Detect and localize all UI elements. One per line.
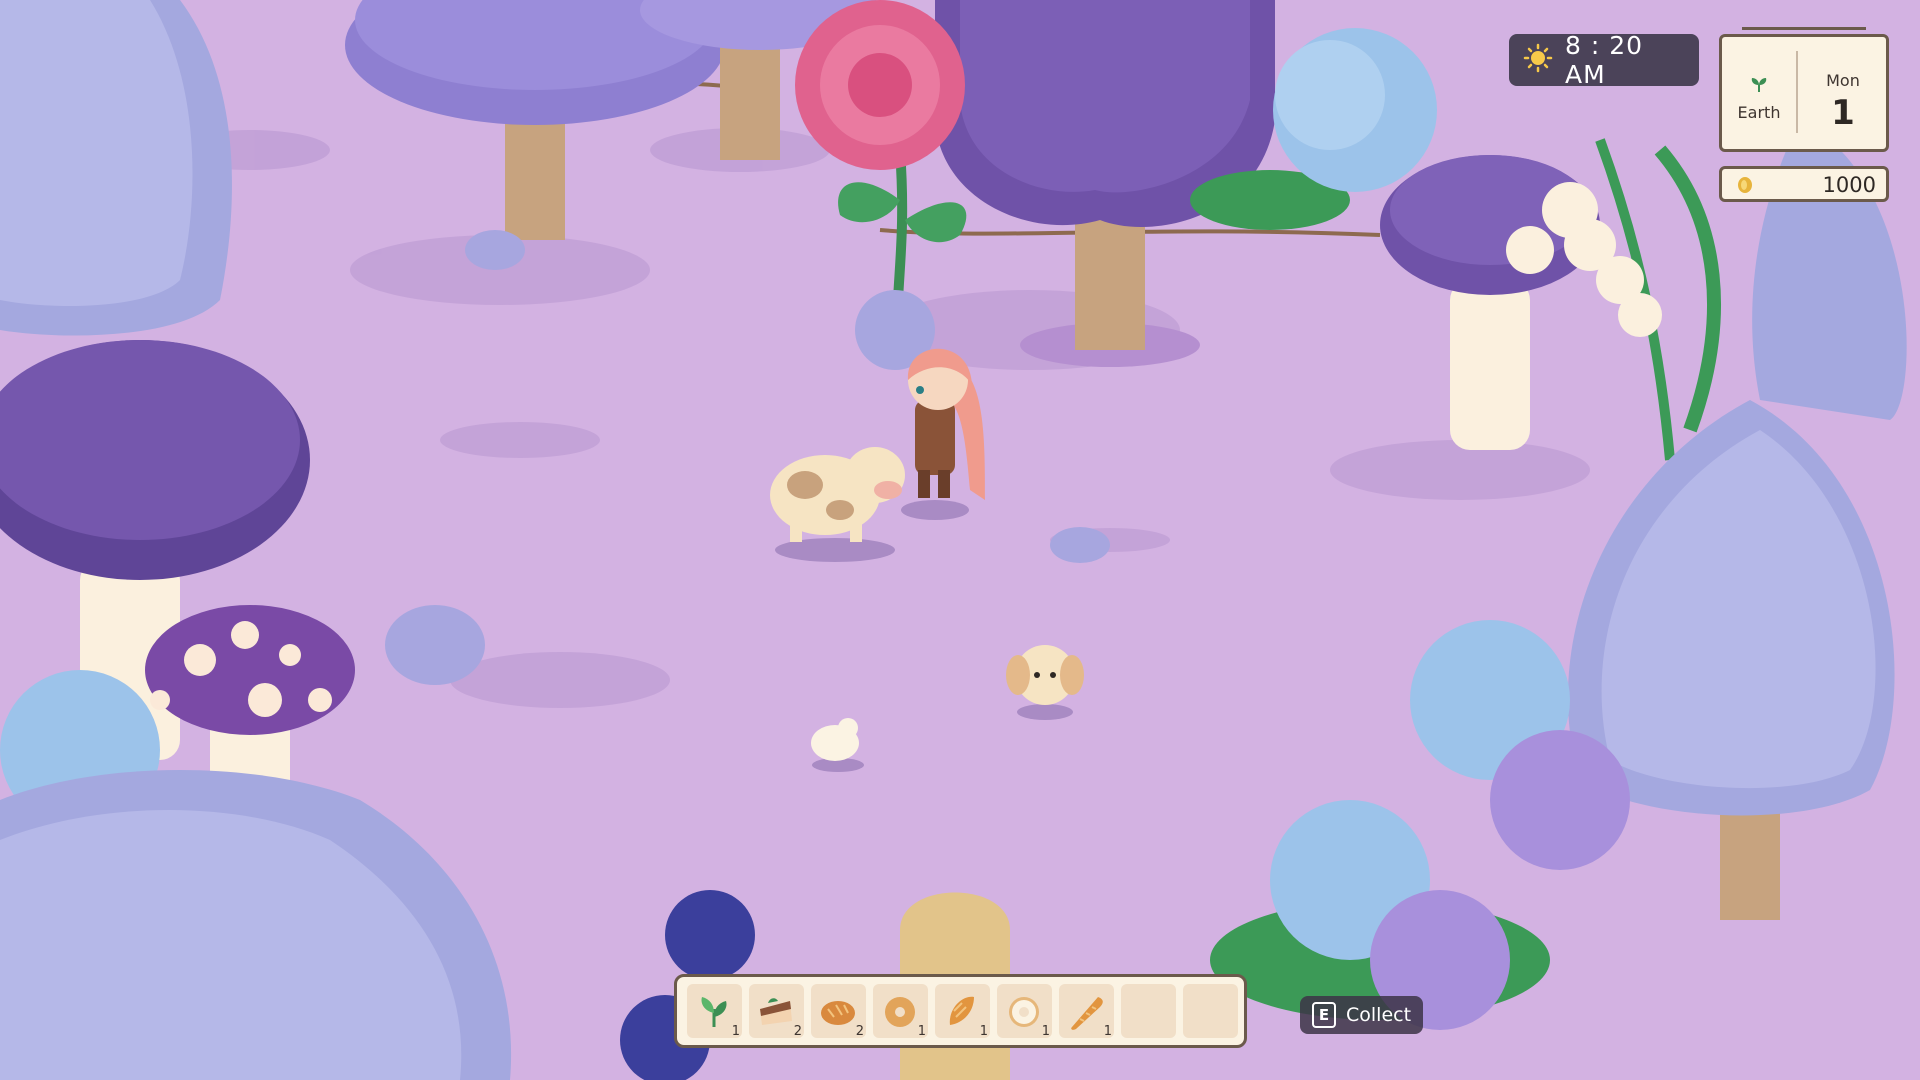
hotbar-slot-4[interactable]: 1 — [873, 984, 928, 1039]
weekday-label: Mon — [1826, 71, 1860, 90]
item-count: 1 — [1103, 1024, 1112, 1039]
item-count: 1 — [731, 1024, 740, 1039]
item-count: 1 — [979, 1024, 988, 1039]
item-count: 2 — [855, 1024, 864, 1039]
herb-icon — [701, 997, 727, 1027]
collect-label: Collect — [1346, 1004, 1412, 1026]
calendar-rings — [1742, 27, 1866, 44]
hotbar-slot-3[interactable]: 2 — [811, 984, 866, 1039]
cake-icon — [760, 998, 792, 1025]
clock-time: 8 : 20 AM — [1565, 31, 1644, 89]
hotbar-slot-6[interactable]: 1 — [997, 984, 1052, 1039]
time-display: 8 : 20 AM — [1509, 31, 1699, 89]
coin-icon — [1736, 175, 1754, 199]
sprout-icon — [1750, 77, 1768, 97]
croissant-icon — [949, 996, 974, 1025]
money-amount: 1000 — [1822, 173, 1876, 197]
calendar: Earth Mon 1 — [1719, 27, 1889, 152]
hotbar-slot-2[interactable]: 2 — [749, 984, 804, 1039]
hotbar-slot-7[interactable]: 1 — [1059, 984, 1114, 1039]
donut-icon — [1009, 997, 1039, 1027]
key-hint: E — [1312, 1002, 1336, 1028]
season-label: Earth — [1737, 103, 1781, 122]
day-number: 1 — [1831, 93, 1855, 133]
baguette-icon — [1071, 997, 1103, 1030]
bagel-icon — [885, 997, 915, 1027]
tree — [0, 0, 232, 336]
hotbar-slot-9[interactable] — [1183, 984, 1238, 1038]
collect-prompt[interactable]: E Collect — [1300, 996, 1424, 1034]
hotbar-slot-8[interactable] — [1121, 984, 1176, 1038]
calendar-divider — [1796, 51, 1798, 133]
inventory-hotbar: 1 2 2 1 1 1 1 — [674, 974, 1247, 1048]
bread-roll-icon — [821, 1001, 855, 1025]
hotbar-slot-1[interactable]: 1 — [687, 984, 742, 1039]
hotbar-slot-5[interactable]: 1 — [935, 984, 990, 1039]
money-display: 1000 — [1719, 166, 1889, 202]
item-count: 1 — [917, 1024, 926, 1039]
sun-icon — [1523, 43, 1553, 77]
game-world — [0, 0, 1920, 1080]
item-count: 1 — [1041, 1024, 1050, 1039]
item-count: 2 — [793, 1024, 802, 1039]
